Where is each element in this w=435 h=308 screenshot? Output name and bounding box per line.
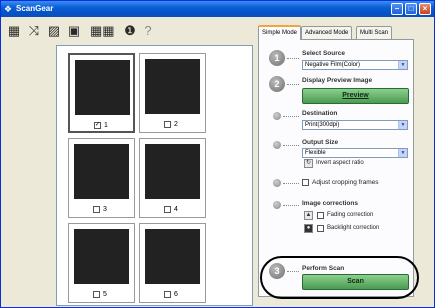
thumbnail-frame[interactable]: 3 [68, 138, 135, 218]
thumbnail-frame[interactable]: 2 [139, 53, 206, 133]
thumbnail-checkbox[interactable] [164, 206, 171, 213]
step-1-icon: 1 [269, 50, 285, 66]
zoom-icon[interactable]: ▦ [6, 23, 22, 39]
substep-icon [273, 201, 281, 209]
substep-icon [273, 112, 281, 120]
dotted-connector [287, 84, 299, 85]
rotate-icon[interactable]: ⤨ [26, 23, 42, 39]
thumbnail-image [74, 229, 129, 284]
clear-icon[interactable]: ▣ [66, 23, 82, 39]
highlight-oval [260, 256, 419, 299]
substep-icon [273, 141, 281, 149]
close-button[interactable]: × [419, 3, 431, 15]
output-size-label: Output Size [302, 139, 339, 146]
dotted-connector [283, 205, 299, 206]
window-title: ScanGear [16, 4, 54, 13]
destination-select-value: Print(300dpi) [305, 122, 340, 128]
thumbnail-image [145, 144, 200, 199]
tab-multi-scan[interactable]: Multi Scan [356, 26, 393, 39]
invert-aspect-label: Invert aspect ratio [316, 160, 364, 166]
fading-correction-label: Fading correction [327, 212, 374, 218]
thumbnail-frame[interactable]: 4 [139, 138, 206, 218]
adjust-cropping-checkbox[interactable] [302, 179, 309, 186]
display-preview-label: Display Preview Image [302, 77, 373, 84]
help-icon[interactable]: ? [140, 23, 156, 39]
substep-icon [273, 179, 281, 187]
thumbnail-image [145, 59, 200, 114]
backlight-correction-icon: ● [304, 224, 313, 233]
thumbnail-image [74, 144, 129, 199]
tab-advanced-mode[interactable]: Advanced Mode [301, 26, 353, 39]
thumbnail-frame[interactable]: 6 [139, 223, 206, 303]
thumbnail-image [145, 229, 200, 284]
app-icon: ❖ [4, 4, 13, 14]
scangear-window: ❖ ScanGear – □ × ▦ ⤨ ▨ ▣ ▦▦ ❶ ? ✓ 1 2 3 [0, 0, 435, 308]
thumbnail-image [75, 60, 130, 115]
source-select[interactable]: Negative Film(Color) ▼ [302, 60, 408, 70]
fading-correction-checkbox[interactable] [317, 212, 324, 219]
select-source-label: Select Source [302, 50, 345, 57]
tab-simple-mode[interactable]: Simple Mode [258, 25, 302, 40]
dotted-connector [287, 58, 299, 59]
step-2-icon: 2 [269, 76, 285, 92]
dotted-connector [283, 116, 299, 117]
chevron-down-icon[interactable]: ▼ [398, 61, 407, 69]
minimize-button[interactable]: – [391, 3, 403, 15]
preview-area[interactable]: ✓ 1 2 3 4 5 6 [56, 45, 253, 306]
thumbnail-checkbox[interactable] [93, 291, 100, 298]
destination-select[interactable]: Print(300dpi) ▼ [302, 120, 408, 130]
output-size-select-value: Flexible [305, 150, 326, 156]
thumbnail-checkbox[interactable]: ✓ [94, 122, 101, 129]
thumbnail-number: 6 [174, 291, 178, 298]
title-bar[interactable]: ❖ ScanGear – □ × [1, 1, 434, 17]
chevron-down-icon[interactable]: ▼ [398, 149, 407, 157]
crop-icon[interactable]: ▨ [46, 23, 62, 39]
dotted-connector [283, 145, 299, 146]
destination-label: Destination [302, 110, 338, 117]
preview-button[interactable]: Preview [302, 88, 409, 104]
output-size-select[interactable]: Flexible ▼ [302, 148, 408, 158]
maximize-button[interactable]: □ [405, 3, 417, 15]
adjust-cropping-label: Adjust cropping frames [312, 179, 379, 186]
thumbnail-checkbox[interactable] [93, 206, 100, 213]
source-select-value: Negative Film(Color) [305, 62, 361, 68]
info-icon[interactable]: ❶ [122, 23, 138, 39]
thumbnail-frame[interactable]: ✓ 1 [68, 53, 135, 133]
thumbnail-number: 3 [103, 206, 107, 213]
thumbnail-number: 1 [104, 122, 108, 129]
thumbnail-view-icon[interactable]: ▦▦ [90, 23, 115, 39]
thumbnail-number: 4 [174, 206, 178, 213]
dotted-connector [283, 183, 299, 184]
thumbnail-checkbox[interactable] [164, 291, 171, 298]
thumbnail-number: 2 [174, 121, 178, 128]
image-corrections-label: Image corrections [302, 200, 358, 207]
fading-correction-icon: ▲ [304, 211, 313, 220]
backlight-correction-checkbox[interactable] [317, 225, 324, 232]
invert-aspect-icon[interactable]: ↻ [304, 159, 313, 168]
chevron-down-icon[interactable]: ▼ [398, 121, 407, 129]
thumbnail-number: 5 [103, 291, 107, 298]
thumbnail-frame[interactable]: 5 [68, 223, 135, 303]
backlight-correction-label: Backlight correction [327, 225, 380, 231]
thumbnail-checkbox[interactable] [164, 121, 171, 128]
